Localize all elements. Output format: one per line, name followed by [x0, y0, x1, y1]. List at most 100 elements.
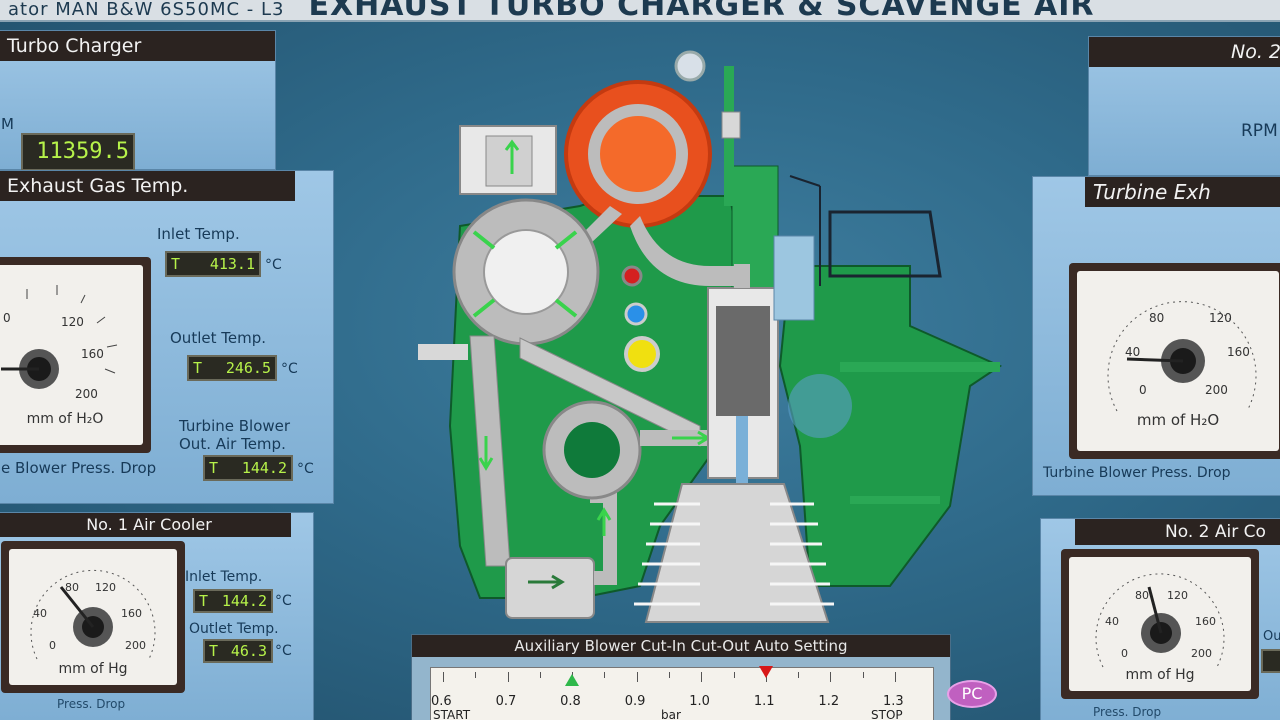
- outlet-temp-label: Outlet Temp.: [170, 329, 266, 347]
- outlet-temp-unit: °C: [281, 361, 298, 377]
- cooler1-press-drop: Press. Drop: [57, 697, 126, 711]
- scale-tick-label: 1.1: [753, 694, 775, 709]
- unit-label: bar: [661, 708, 681, 720]
- scale-tick: [636, 672, 638, 682]
- gauge-tick-0: 0: [3, 311, 11, 325]
- aux-blower-head: Auxiliary Blower Cut-In Cut-Out Auto Set…: [412, 635, 950, 657]
- red-indicator: [621, 265, 643, 287]
- turbo-charger-head: Turbo Charger: [0, 31, 275, 61]
- exhaust-press-gauge: 0 120 160 200 mm of H₂O: [0, 257, 151, 453]
- inlet-temp-readout: T 413.1: [165, 251, 261, 277]
- turbo-charger-panel: Turbo Charger M 11359.5: [0, 30, 276, 171]
- engine-diagram: [418, 50, 1003, 623]
- blower-out-temp-label-2: Out. Air Temp.: [179, 435, 286, 453]
- cooler2-tick-40: 40: [1105, 615, 1119, 628]
- turbine-exh-panel: Turbine Exh 40 80 120 160 0 200 mm of H₂…: [1032, 176, 1280, 496]
- air-cooler-2-panel: No. 2 Air Co 40 80 120 160 0 200 mm of H…: [1040, 518, 1280, 720]
- piston: [716, 306, 770, 416]
- scale-tick: [895, 672, 896, 682]
- cooler1-tick-120: 120: [95, 581, 116, 594]
- blower-out-temp-label-1: Turbine Blower: [179, 417, 291, 435]
- cooler1-tick-200: 200: [125, 639, 146, 652]
- cooler2-press-drop: Press. Drop: [1093, 705, 1162, 719]
- scale-tick-label: 1.0: [689, 694, 710, 709]
- no2-head: No. 2: [1089, 37, 1280, 67]
- turbine-exh-head: Turbine Exh: [1085, 177, 1280, 207]
- cooler1-outlet-readout: T 46.3: [203, 639, 273, 663]
- cooler1-outlet-label: Outlet Temp.: [189, 621, 279, 637]
- scale-minor-tick: [539, 672, 541, 678]
- cooler2-unit: mm of Hg: [1125, 667, 1195, 683]
- scale-minor-tick: [475, 672, 477, 678]
- scale-tick-label: 0.8: [560, 694, 581, 709]
- cooler1-inlet-label: Inlet Temp.: [185, 569, 263, 585]
- cooler2-tick-200: 200: [1191, 647, 1212, 660]
- turbine-tick-120: 120: [1209, 311, 1232, 325]
- turbine-tick-0: 0: [1139, 383, 1147, 397]
- scale-tick-label: 1.3: [883, 694, 904, 709]
- start-label: START: [433, 708, 471, 720]
- turbine-press-drop: Turbine Blower Press. Drop: [1043, 465, 1231, 481]
- inlet-temp-label: Inlet Temp.: [157, 225, 240, 243]
- turbine-tick-160: 160: [1227, 345, 1250, 359]
- turbine-press-gauge: 40 80 120 160 0 200 mm of H₂O: [1069, 263, 1280, 459]
- yellow-indicator: [624, 336, 660, 372]
- scale-tick-label: 0.9: [624, 694, 646, 709]
- cut-in-marker[interactable]: [565, 674, 580, 686]
- title-bar: ator MAN B&W 6S50MC - L3 EXHAUST TURBO CH…: [0, 0, 1280, 22]
- air-cooler-1-head: No. 1 Air Cooler: [0, 513, 291, 537]
- air-cooler-box: [505, 557, 595, 619]
- scale-tick: [507, 672, 509, 682]
- scale-minor-tick: [862, 672, 864, 678]
- outlet-temp-readout: T 246.5: [187, 355, 277, 381]
- page-title: EXHAUST TURBO CHARGER & SCAVENGE AIR: [308, 0, 1095, 22]
- cooler1-inlet-unit: °C: [275, 593, 292, 609]
- scale-tick: [830, 672, 832, 682]
- no2-panel: No. 2 RPM: [1088, 36, 1280, 176]
- scale-minor-tick: [798, 672, 800, 678]
- cooler1-tick-80: 80: [65, 581, 79, 594]
- scale-minor-tick: [604, 672, 606, 678]
- top-gauge-icon: [674, 50, 706, 82]
- gauge-tick-160: 160: [81, 347, 104, 361]
- scale-tick-label: 1.2: [818, 694, 840, 709]
- exhaust-gas-head: Exhaust Gas Temp.: [0, 171, 295, 201]
- cooler2-tick-160: 160: [1195, 615, 1216, 628]
- scale-minor-tick: [669, 672, 670, 678]
- cooler1-tick-0: 0: [49, 639, 56, 652]
- gauge-tick-120: 120: [61, 315, 84, 329]
- inlet-temp-unit: °C: [265, 257, 282, 273]
- pc-button[interactable]: PC: [947, 680, 997, 708]
- exhaust-gas-panel: Exhaust Gas Temp. Inlet Temp. T 413.1 °C …: [0, 170, 334, 504]
- scale-tick: [443, 672, 444, 682]
- gauge-unit: mm of H₂O: [26, 411, 104, 427]
- stop-label: STOP: [871, 708, 903, 720]
- blower-out-temp-unit: °C: [297, 461, 314, 477]
- gauge-tick-200: 200: [75, 387, 98, 401]
- cooler2-side-label: Ou: [1263, 629, 1280, 644]
- cooler1-tick-160: 160: [121, 607, 142, 620]
- cooler1-tick-40: 40: [33, 607, 47, 620]
- blower-rotor: [588, 104, 688, 204]
- cooler1-outlet-unit: °C: [275, 643, 292, 659]
- air-cooler-1-panel: No. 1 Air Cooler 40 80 120 160 0 200 mm …: [0, 512, 314, 720]
- cooler2-tick-0: 0: [1121, 647, 1128, 660]
- exhaust-valve: [773, 235, 815, 321]
- scale-minor-tick: [733, 672, 735, 678]
- turbine-tick-40: 40: [1125, 345, 1141, 359]
- title-prefix: ator MAN B&W 6S50MC - L3: [8, 0, 285, 20]
- rpm-label: M: [1, 115, 14, 133]
- blower-out-temp-readout: T 144.2: [203, 455, 293, 481]
- cooler1-inlet-readout: T 144.2: [193, 589, 273, 613]
- no2-rpm-label: RPM: [1241, 121, 1278, 141]
- cooler1-unit: mm of Hg: [58, 661, 128, 677]
- press-drop-label: e Blower Press. Drop: [1, 459, 157, 477]
- rpm-readout: 11359.5: [21, 133, 135, 171]
- turbine-tick-200: 200: [1205, 383, 1228, 397]
- aux-blower-scale[interactable]: 0.6 0.7 0.8 0.9 1.0 1.1 1.2 1.3 START bar STOP: [430, 666, 934, 720]
- turbine-tick-80: 80: [1149, 311, 1165, 325]
- scale-tick-label: 0.6: [431, 694, 452, 709]
- cut-out-marker[interactable]: [758, 666, 773, 678]
- cooler1-gauge: 40 80 120 160 0 200 mm of Hg: [1, 541, 185, 693]
- cooler2-gauge: 40 80 120 160 0 200 mm of Hg: [1061, 549, 1259, 699]
